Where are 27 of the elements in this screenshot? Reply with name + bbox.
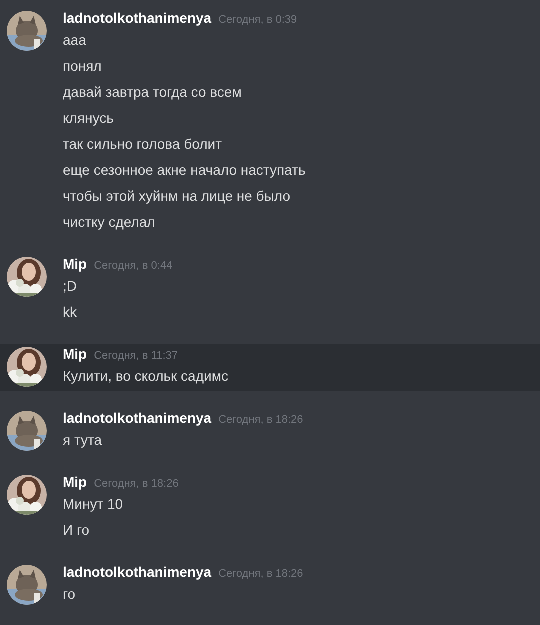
username[interactable]: Mip [63,474,88,490]
username[interactable]: Mip [63,256,88,272]
message-text: еще сезонное акне начало наступать [63,161,306,180]
message-text: ааа [63,31,88,50]
timestamp: Сегодня, в 11:37 [94,350,178,362]
message-text: давай завтра тогда со всем [63,83,243,102]
message-text: ;D [63,277,78,296]
message-text: Кулити, во скольк садимс [63,367,228,386]
timestamp: Сегодня, в 18:26 [218,414,304,426]
timestamp: Сегодня, в 0:44 [94,260,173,272]
message-text: чистку сделал [63,213,156,232]
username[interactable]: ladnotolkothanimenya [63,564,212,580]
username[interactable]: Mip [63,346,88,362]
message-text: Минут 10 [63,495,124,514]
message-text: го [63,585,77,604]
message-text: чтобы этой хуйнм на лице не было [63,187,292,206]
timestamp: Сегодня, в 0:39 [218,14,298,26]
message-text: понял [63,57,103,76]
message-text: kk [63,303,78,322]
timestamp: Сегодня, в 18:26 [218,568,304,580]
username[interactable]: ladnotolkothanimenya [63,410,212,426]
message-text: я тута [63,431,104,450]
timestamp: Сегодня, в 18:26 [94,478,179,490]
message-text: И го [63,521,91,540]
username[interactable]: ladnotolkothanimenya [63,10,212,26]
message-text: так сильно голова болит [63,135,223,154]
message-text: клянусь [63,109,115,128]
